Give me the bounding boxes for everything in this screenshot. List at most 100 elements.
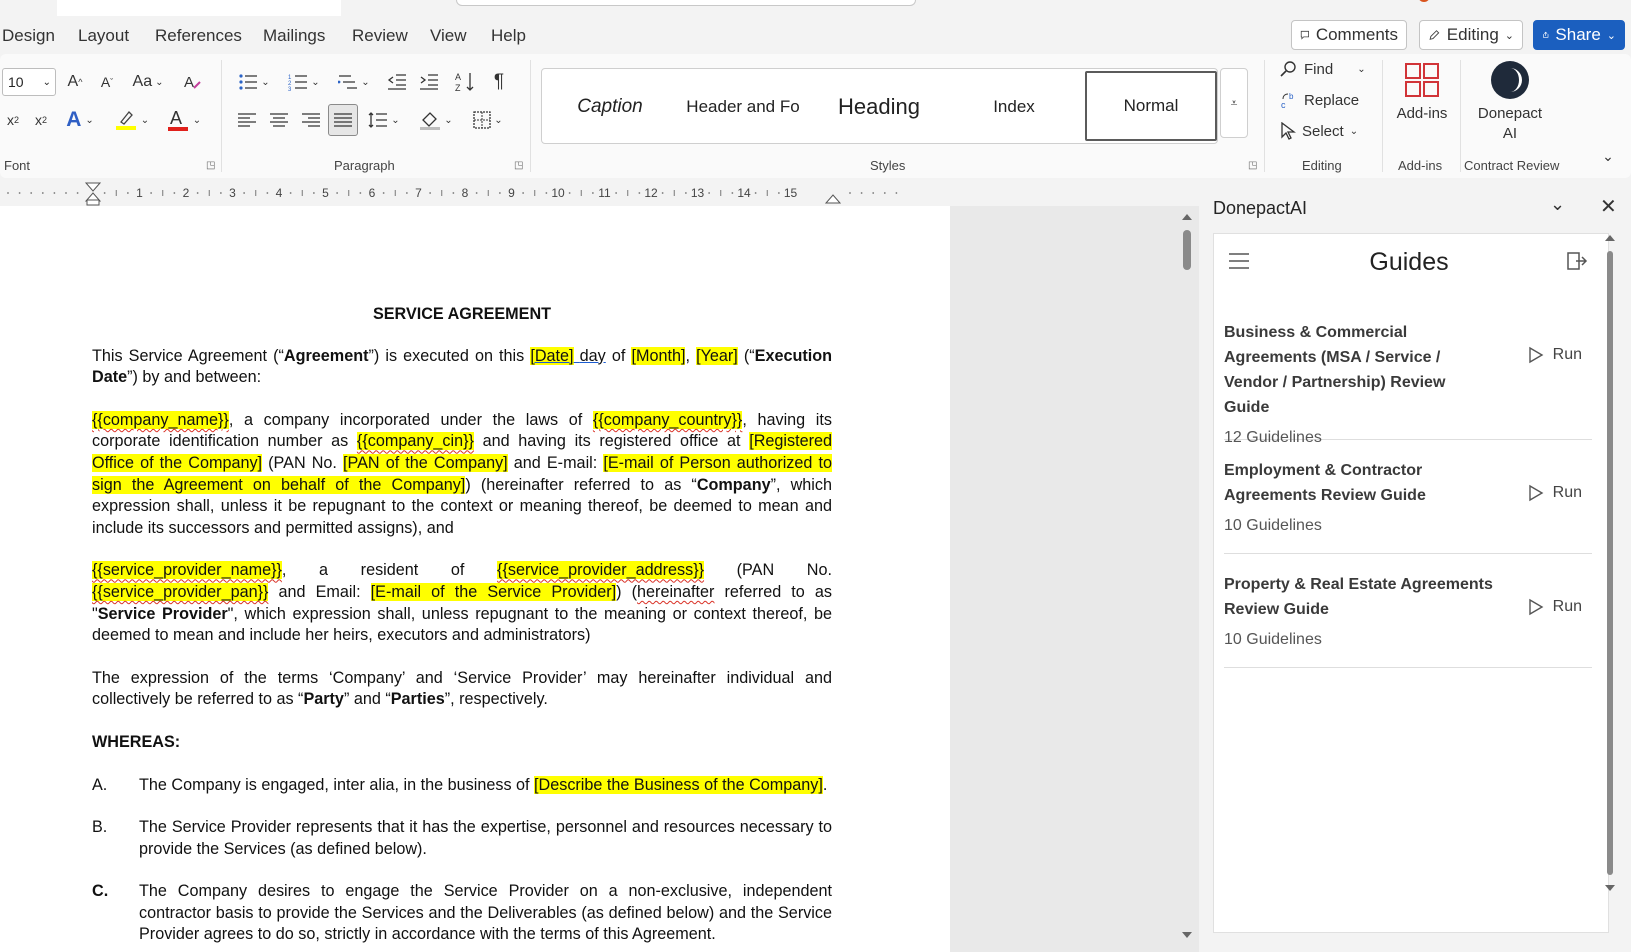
styles-more-button[interactable]: ⩡: [1220, 68, 1248, 138]
ruler-dot: [661, 192, 664, 194]
guide-card[interactable]: Employment & Contractor Agreements Revie…: [1224, 458, 1592, 554]
tab-view[interactable]: View: [430, 26, 467, 46]
grow-font-button[interactable]: A ^: [63, 68, 87, 96]
comments-button[interactable]: Comments: [1291, 20, 1407, 50]
document-body[interactable]: SERVICE AGREEMENT This Service Agreement…: [92, 304, 832, 952]
font-size-select[interactable]: 10 ⌄: [2, 68, 56, 96]
style-header[interactable]: Header and Fo: [675, 83, 811, 131]
numbering-button[interactable]: 1 2 3 ⌄: [284, 68, 324, 96]
placeholder-sp-address: {{service_provider_address}}: [497, 561, 705, 580]
document-page[interactable]: SERVICE AGREEMENT This Service Agreement…: [0, 206, 950, 952]
align-center-icon[interactable]: [266, 106, 292, 134]
addins-button-label[interactable]: Add-ins: [1394, 104, 1450, 124]
ruler-dot: [65, 192, 67, 194]
account-avatar[interactable]: [1418, 0, 1430, 2]
paragraph-intro[interactable]: This Service Agreement (“Agreement”) is …: [92, 346, 832, 389]
superscript-button[interactable]: x2: [30, 106, 52, 134]
ruler-number: 8: [462, 186, 469, 200]
donepact-pane: DonepactAI ⌄ ✕ Guides Business & Commerc…: [1199, 188, 1631, 952]
paragraph-service-provider[interactable]: {{service_provider_name}}, a resident of…: [92, 560, 832, 646]
placeholder-company-pan: [PAN of the Company]: [343, 453, 508, 472]
change-case-button[interactable]: Aa ⌄: [128, 68, 168, 96]
increase-indent-icon[interactable]: [416, 68, 442, 96]
recital-c[interactable]: C. The Company desires to engage the Ser…: [92, 881, 832, 946]
placeholder-year: [Year]: [696, 346, 738, 365]
replace-button[interactable]: bc Replace: [1280, 91, 1359, 110]
align-right-icon[interactable]: [298, 106, 324, 134]
run-button[interactable]: Run: [1527, 484, 1582, 502]
recital-a[interactable]: A. The Company is engaged, inter alia, i…: [92, 775, 832, 797]
decrease-indent-icon[interactable]: [384, 68, 410, 96]
tab-help[interactable]: Help: [491, 26, 526, 46]
align-left-icon[interactable]: [234, 106, 260, 134]
style-heading[interactable]: Heading: [812, 83, 946, 131]
logout-icon[interactable]: [1566, 251, 1588, 276]
tab-review[interactable]: Review: [352, 26, 408, 46]
donepact-button-label-2[interactable]: AI: [1470, 124, 1550, 144]
tab-references[interactable]: References: [155, 26, 242, 46]
font-dialog-launcher-icon[interactable]: ◳: [206, 160, 215, 171]
justify-icon[interactable]: [328, 104, 358, 136]
close-icon[interactable]: ✕: [1600, 194, 1617, 219]
pane-scrollbar[interactable]: [1603, 233, 1617, 933]
subscript-button[interactable]: x2: [2, 106, 24, 134]
placeholder-month: [Month]: [631, 346, 686, 365]
paint-bucket-icon: [420, 112, 441, 130]
placeholder-sp-pan: {{service_provider_pan}}: [92, 582, 269, 601]
search-box[interactable]: [456, 0, 916, 6]
guide-card[interactable]: Property & Real Estate Agreements Review…: [1224, 572, 1592, 668]
sort-icon[interactable]: AZ: [452, 68, 478, 96]
ruler-dot: [7, 192, 9, 194]
chevron-down-icon: ⌄: [1504, 29, 1514, 42]
ruler-dot: [103, 192, 106, 194]
ruler-dot: [173, 192, 176, 194]
editing-mode-button[interactable]: Editing ⌄: [1419, 20, 1523, 50]
ruler-dot: [475, 192, 478, 194]
chevron-down-icon: ⌄: [1349, 125, 1359, 137]
run-label: Run: [1552, 346, 1582, 363]
ruler-number: 13: [691, 186, 705, 200]
share-button[interactable]: Share ⌄: [1533, 20, 1625, 50]
ruler-dot: [860, 192, 863, 194]
recital-b[interactable]: B. The Service Provider represents that …: [92, 817, 832, 860]
ruler-dot: [150, 192, 153, 194]
tab-layout[interactable]: Layout: [78, 26, 129, 46]
clear-formatting-icon[interactable]: A: [180, 68, 206, 96]
bullets-button[interactable]: ⌄: [234, 68, 274, 96]
shrink-font-button[interactable]: Aˇ: [95, 68, 119, 96]
addins-icon[interactable]: [1402, 60, 1442, 100]
style-caption[interactable]: Caption: [546, 83, 674, 131]
text-effects-button[interactable]: A ⌄: [62, 106, 98, 134]
show-formatting-icon[interactable]: ¶: [486, 68, 512, 96]
select-button[interactable]: Select ⌄: [1280, 122, 1358, 140]
document-scrollbar[interactable]: [1180, 212, 1194, 942]
pane-options-chevron-icon[interactable]: ⌄: [1550, 194, 1565, 215]
highlighter-icon: [115, 111, 136, 130]
paragraph-dialog-launcher-icon[interactable]: ◳: [514, 160, 523, 171]
font-color-button[interactable]: A ⌄: [164, 106, 204, 134]
tab-design[interactable]: Design: [2, 26, 55, 46]
highlight-color-button[interactable]: ⌄: [112, 106, 152, 134]
collapse-ribbon-icon[interactable]: ⌄: [1598, 146, 1618, 166]
paragraph-parties[interactable]: The expression of the terms ‘Company’ an…: [92, 668, 832, 711]
shading-button[interactable]: ⌄: [416, 106, 456, 134]
run-button[interactable]: Run: [1527, 346, 1582, 364]
find-button[interactable]: Find ⌄: [1280, 60, 1366, 78]
borders-button[interactable]: ⌄: [468, 106, 508, 134]
guide-card[interactable]: Business & Commercial Agreements (MSA / …: [1224, 320, 1592, 446]
line-spacing-button[interactable]: ⌄: [364, 106, 404, 134]
ruler-dot: [53, 192, 56, 194]
run-button[interactable]: Run: [1527, 598, 1582, 616]
donepact-logo-icon[interactable]: [1490, 60, 1530, 100]
donepact-button-label-1[interactable]: Donepact: [1470, 104, 1550, 124]
multilevel-list-button[interactable]: ⌄: [334, 68, 374, 96]
ruler-dot: [126, 192, 129, 194]
placeholder-date: [Date]: [530, 346, 574, 365]
paragraph-company[interactable]: {{company_name}}, a company incorporated…: [92, 410, 832, 540]
svg-text:A: A: [455, 72, 461, 82]
style-normal[interactable]: Normal: [1085, 71, 1217, 141]
style-index[interactable]: Index: [947, 83, 1081, 131]
document-title-box[interactable]: [57, 0, 341, 16]
tab-mailings[interactable]: Mailings: [263, 26, 325, 46]
styles-dialog-launcher-icon[interactable]: ◳: [1248, 160, 1257, 171]
